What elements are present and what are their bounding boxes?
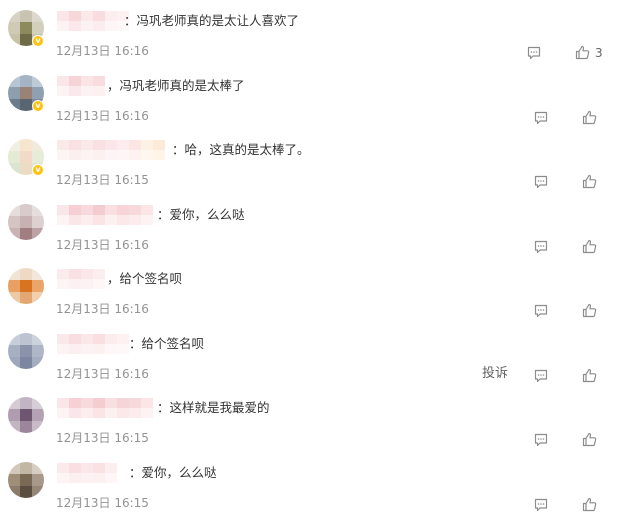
- avatar[interactable]: [8, 397, 44, 433]
- comment-time: 12月13日 16:16: [56, 367, 149, 381]
- username-redacted[interactable]: [57, 11, 129, 31]
- comment-time: 12月13日 16:16: [56, 238, 149, 252]
- username-redacted[interactable]: [57, 334, 129, 354]
- comment-text: ，给个签名呗: [107, 271, 183, 286]
- comment-bubble-icon[interactable]: [534, 304, 548, 318]
- username-redacted[interactable]: [57, 205, 153, 225]
- comment-time: 12月13日 16:15: [56, 431, 149, 445]
- comment-text: ：爱你，么么哒: [157, 207, 245, 222]
- thumbs-up-icon[interactable]: [575, 45, 590, 60]
- comment-text: ：给个签名呗: [129, 336, 205, 351]
- comment-time: 12月13日 16:15: [56, 173, 149, 187]
- comment-time: 12月13日 16:16: [56, 44, 149, 58]
- comment-list: v ：冯巩老师真的是太让人喜欢了 12月13日 16:16 3 v ，冯巩老师真…: [0, 0, 619, 519]
- comment-item: ：这样就是我最爱的 12月13日 16:15: [0, 397, 619, 453]
- thumbs-up-icon[interactable]: [582, 432, 597, 447]
- comment-bubble-icon[interactable]: [534, 369, 548, 383]
- verified-badge-icon: v: [32, 100, 44, 112]
- comment-bubble-icon[interactable]: [534, 240, 548, 254]
- avatar[interactable]: [8, 333, 44, 369]
- verified-badge-icon: v: [32, 164, 44, 176]
- thumbs-up-icon[interactable]: [582, 368, 597, 383]
- comment-item: ：爱你，么么哒 12月13日 16:16: [0, 204, 619, 260]
- username-redacted[interactable]: [57, 463, 117, 483]
- comment-item: ：给个签名呗 12月13日 16:16 投诉: [0, 333, 619, 389]
- thumbs-up-icon[interactable]: [582, 174, 597, 189]
- comment-item: v ：冯巩老师真的是太让人喜欢了 12月13日 16:16 3: [0, 10, 619, 66]
- comment-item: v ：哈，这真的是太棒了。 12月13日 16:15: [0, 139, 619, 195]
- like-count: 3: [595, 46, 603, 60]
- username-redacted[interactable]: [57, 140, 165, 160]
- comment-bubble-icon[interactable]: [534, 175, 548, 189]
- comment-item: v ，冯巩老师真的是太棒了 12月13日 16:16: [0, 75, 619, 131]
- avatar[interactable]: [8, 268, 44, 304]
- thumbs-up-icon[interactable]: [582, 239, 597, 254]
- comment-text: ：冯巩老师真的是太让人喜欢了: [124, 13, 300, 28]
- comment-text: ：这样就是我最爱的: [157, 400, 270, 415]
- comment-bubble-icon[interactable]: [527, 46, 541, 60]
- report-link[interactable]: 投诉: [482, 366, 508, 382]
- comment-bubble-icon[interactable]: [534, 498, 548, 512]
- comment-time: 12月13日 16:16: [56, 302, 149, 316]
- comment-item: ，给个签名呗 12月13日 16:16: [0, 268, 619, 324]
- avatar[interactable]: [8, 462, 44, 498]
- thumbs-up-icon[interactable]: [582, 110, 597, 125]
- comment-time: 12月13日 16:15: [56, 496, 149, 510]
- comment-text: ：哈，这真的是太棒了。: [172, 142, 310, 157]
- username-redacted[interactable]: [57, 269, 105, 289]
- comment-bubble-icon[interactable]: [534, 111, 548, 125]
- username-redacted[interactable]: [57, 76, 105, 96]
- verified-badge-icon: v: [32, 35, 44, 47]
- comment-bubble-icon[interactable]: [534, 433, 548, 447]
- comment-item: ：爱你，么么哒 12月13日 16:15: [0, 462, 619, 518]
- comment-text: ：爱你，么么哒: [129, 465, 217, 480]
- thumbs-up-icon[interactable]: [582, 303, 597, 318]
- comment-time: 12月13日 16:16: [56, 109, 149, 123]
- username-redacted[interactable]: [57, 398, 153, 418]
- avatar[interactable]: [8, 204, 44, 240]
- comment-text: ，冯巩老师真的是太棒了: [107, 78, 245, 93]
- thumbs-up-icon[interactable]: [582, 497, 597, 512]
